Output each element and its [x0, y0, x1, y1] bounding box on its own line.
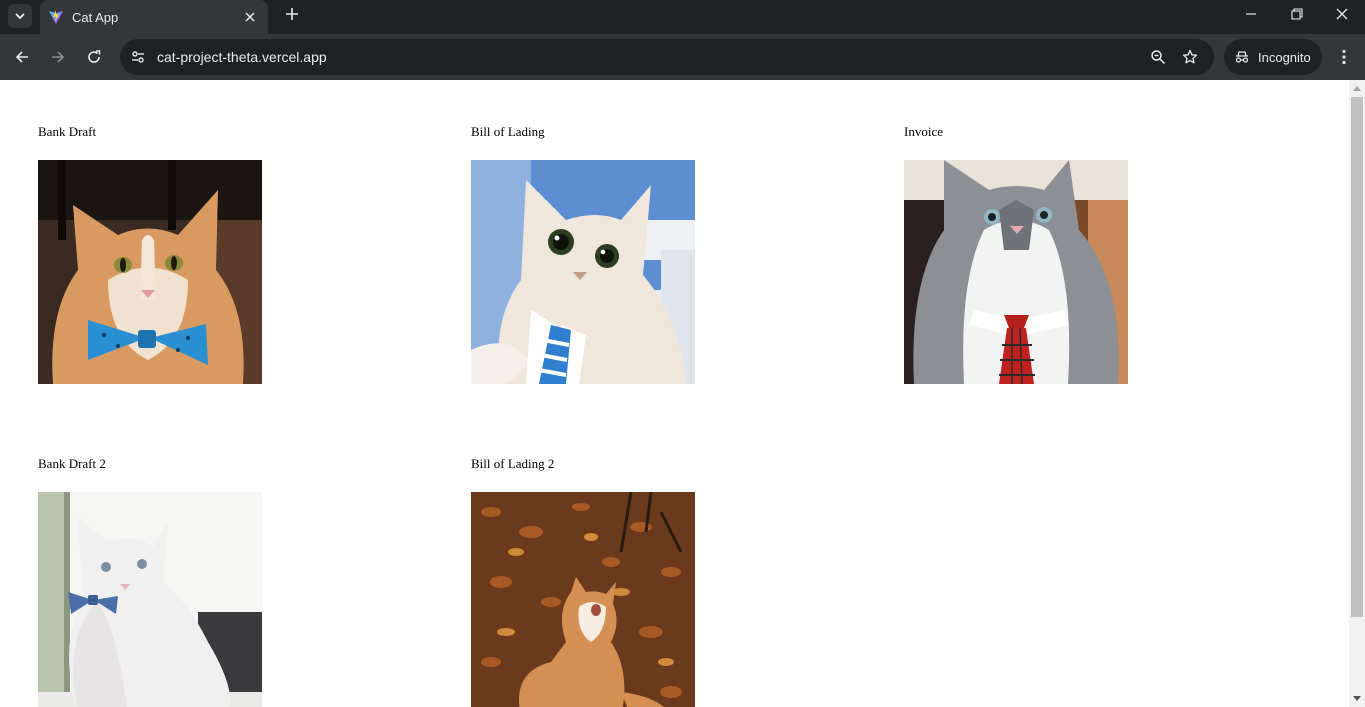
- card-label: Bank Draft: [38, 124, 97, 139]
- minimize-button[interactable]: [1228, 0, 1274, 28]
- triangle-down-icon: [1353, 696, 1361, 701]
- cat-card[interactable]: Bank Draft 2: [38, 456, 262, 707]
- zoom-button[interactable]: [1144, 43, 1172, 71]
- more-vert-icon: [1342, 49, 1346, 65]
- vite-logo-icon: [49, 10, 63, 24]
- address-bar[interactable]: cat-project-theta.vercel.app: [120, 39, 1214, 75]
- card-label: Bill of Lading: [471, 124, 545, 139]
- scroll-up-button[interactable]: [1349, 80, 1365, 96]
- new-tab-button[interactable]: [280, 2, 304, 26]
- chevron-down-icon: [15, 13, 25, 20]
- bookmark-button[interactable]: [1176, 43, 1204, 71]
- close-icon: [1336, 8, 1348, 20]
- cat-image[interactable]: [471, 160, 695, 384]
- restore-button[interactable]: [1274, 0, 1320, 28]
- tab-active[interactable]: Cat App: [40, 0, 268, 34]
- incognito-label: Incognito: [1258, 49, 1311, 65]
- scroll-thumb[interactable]: [1351, 97, 1363, 617]
- minimize-icon: [1246, 13, 1256, 15]
- tab-search-button[interactable]: [8, 4, 32, 28]
- close-window-button[interactable]: [1319, 0, 1365, 28]
- card-label: Invoice: [904, 124, 943, 139]
- cat-card[interactable]: Bill of Lading 2: [471, 456, 695, 707]
- page-viewport: Bank Draft Bill of Lading Invoice Bank D…: [0, 80, 1349, 707]
- back-button[interactable]: [8, 43, 36, 71]
- tab-title: Cat App: [72, 9, 119, 25]
- arrow-right-icon: [52, 51, 65, 63]
- page-scrollbar[interactable]: [1349, 80, 1365, 707]
- arrow-left-icon: [15, 51, 28, 63]
- cat-card[interactable]: Invoice: [904, 124, 1128, 384]
- url-text[interactable]: cat-project-theta.vercel.app: [157, 49, 1144, 65]
- zoom-out-icon: [1151, 50, 1166, 65]
- star-icon: [1182, 49, 1198, 64]
- scroll-down-button[interactable]: [1349, 691, 1365, 707]
- card-label: Bank Draft 2: [38, 456, 106, 471]
- tune-icon: [132, 51, 144, 63]
- restore-icon: [1291, 8, 1303, 20]
- reload-icon: [88, 50, 101, 63]
- incognito-icon: [1235, 51, 1249, 63]
- tab-strip: Cat App: [0, 0, 1365, 34]
- tab-close-button[interactable]: [242, 9, 258, 25]
- cat-image[interactable]: [38, 492, 262, 707]
- incognito-indicator[interactable]: Incognito: [1224, 39, 1322, 75]
- browser-toolbar: cat-project-theta.vercel.app Incognito: [0, 34, 1365, 80]
- cat-image[interactable]: [38, 160, 262, 384]
- reload-button[interactable]: [80, 43, 108, 71]
- plus-icon: [286, 8, 298, 20]
- card-label: Bill of Lading 2: [471, 456, 555, 471]
- close-icon: [245, 12, 255, 22]
- site-info-button[interactable]: [124, 43, 152, 71]
- cat-image[interactable]: [904, 160, 1128, 384]
- triangle-up-icon: [1353, 86, 1361, 91]
- browser-menu-button[interactable]: [1332, 43, 1356, 71]
- cat-card[interactable]: Bank Draft: [38, 124, 262, 384]
- cat-card[interactable]: Bill of Lading: [471, 124, 695, 384]
- cat-image[interactable]: [471, 492, 695, 707]
- forward-button[interactable]: [44, 43, 72, 71]
